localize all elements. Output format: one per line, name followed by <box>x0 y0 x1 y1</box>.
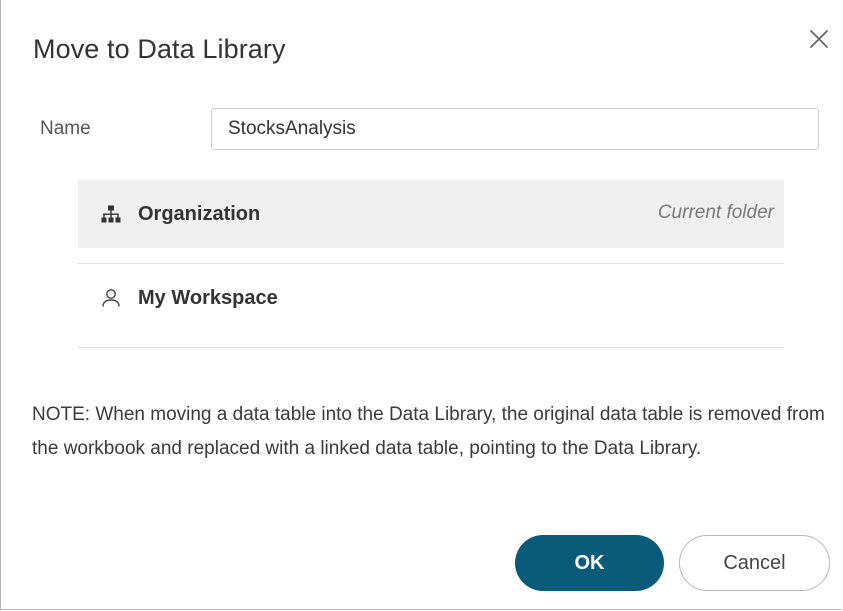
folder-name-my-workspace: My Workspace <box>138 286 278 309</box>
close-icon[interactable] <box>806 26 832 52</box>
ok-button[interactable]: OK <box>515 535 664 591</box>
folder-name-organization: Organization <box>138 202 261 225</box>
folder-item-organization[interactable]: Organization Current folder <box>78 180 784 248</box>
move-to-data-library-dialog: Move to Data Library Name StocksAnalysis… <box>0 0 842 610</box>
folder-list: Organization Current folder My Workspace <box>78 180 784 348</box>
note-text: NOTE: When moving a data table into the … <box>32 404 825 459</box>
cancel-button[interactable]: Cancel <box>679 535 830 591</box>
organization-icon <box>100 203 122 225</box>
name-label: Name <box>40 118 91 139</box>
divider <box>78 347 784 348</box>
name-input[interactable] <box>211 108 819 150</box>
folder-item-my-workspace[interactable]: My Workspace <box>78 264 784 332</box>
dialog-title: Move to Data Library <box>33 34 286 64</box>
user-icon <box>100 287 122 309</box>
current-folder-hint: Current folder <box>657 202 774 223</box>
